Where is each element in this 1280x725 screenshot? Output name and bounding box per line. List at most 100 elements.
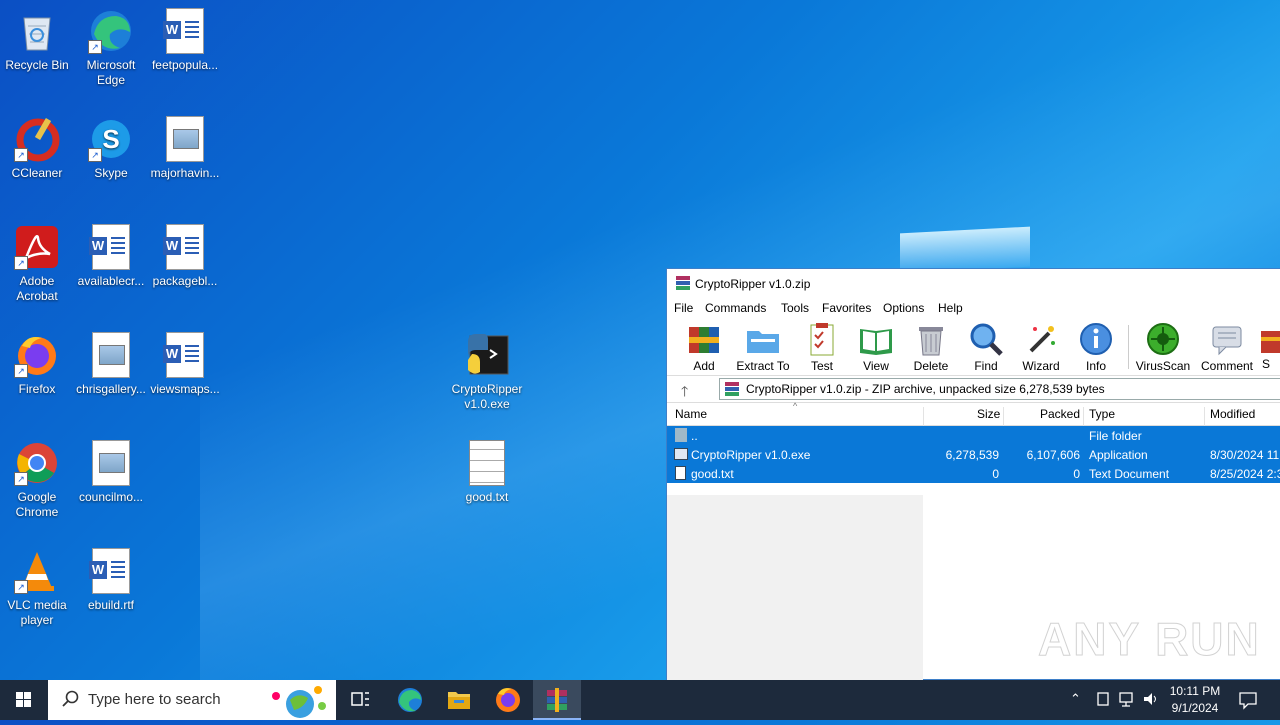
test-button[interactable]: Test: [792, 321, 852, 373]
shortcut-arrow-icon: ↗: [14, 472, 28, 486]
icon-label: Adobe Acrobat: [16, 274, 58, 303]
image-file-icon: [88, 332, 134, 378]
info-button[interactable]: Info: [1066, 321, 1126, 373]
menu-options[interactable]: Options: [883, 301, 924, 315]
icon-label: viewsmaps...: [150, 382, 220, 396]
icon-label: chrisgallery...: [76, 382, 146, 396]
virusscan-button[interactable]: VirusScan: [1133, 321, 1193, 373]
notifications-icon[interactable]: [1238, 690, 1258, 715]
word-document-icon: W: [162, 224, 208, 270]
search-placeholder: Type here to search: [88, 691, 221, 708]
chrome-icon: ↗: [14, 440, 60, 486]
info-icon: [1078, 321, 1114, 357]
desktop-icon-councilmo[interactable]: councilmo...: [74, 440, 148, 505]
desktop-icon-ccleaner[interactable]: ↗ CCleaner: [0, 116, 74, 181]
desktop-icon-viewsmaps[interactable]: W viewsmaps...: [148, 332, 222, 397]
ethernet-icon[interactable]: [1118, 690, 1136, 713]
tool-label: Wizard: [1022, 359, 1060, 373]
icon-label: Firefox: [18, 382, 56, 396]
application-icon: [674, 448, 688, 460]
desktop-icon-ebuild[interactable]: W ebuild.rtf: [74, 548, 148, 613]
adobe-acrobat-icon: ↗: [14, 224, 60, 270]
window-titlebar[interactable]: CryptoRipper v1.0.zip: [667, 269, 1280, 297]
menu-file[interactable]: File: [674, 301, 693, 315]
window-title: CryptoRipper v1.0.zip: [695, 277, 811, 291]
icon-label: Microsoft Edge: [86, 58, 136, 87]
taskbar-winrar[interactable]: [533, 680, 581, 720]
desktop-icon-chrisgallery[interactable]: chrisgallery...: [74, 332, 148, 397]
column-type[interactable]: Type: [1089, 407, 1115, 421]
chevron-up-icon[interactable]: ⌃: [1070, 691, 1081, 707]
find-button[interactable]: Find: [956, 321, 1016, 373]
desktop-icon-majorhavin[interactable]: majorhavin...: [148, 116, 222, 181]
archive-path-field[interactable]: CryptoRipper v1.0.zip - ZIP archive, unp…: [719, 378, 1280, 400]
taskbar-edge[interactable]: [386, 680, 434, 720]
taskbar-firefox[interactable]: [484, 680, 532, 720]
icon-label: good.txt: [465, 490, 509, 504]
list-item[interactable]: .. File folder: [667, 426, 1280, 445]
desktop-icon-google-chrome[interactable]: ↗ Google Chrome: [0, 440, 74, 520]
icon-label: councilmo...: [78, 490, 144, 504]
taskbar-file-explorer[interactable]: [435, 680, 483, 720]
clock[interactable]: 10:11 PM 9/1/2024: [1166, 683, 1224, 717]
desktop-icon-recycle-bin[interactable]: Recycle Bin: [0, 8, 74, 73]
column-modified[interactable]: Modified: [1210, 407, 1255, 421]
taskbar: Type here to search ⌃ 10:11 PM 9/1/2024: [0, 680, 1280, 720]
icon-label: Recycle Bin: [5, 58, 69, 72]
task-view-button[interactable]: [336, 680, 384, 720]
shortcut-arrow-icon: ↗: [14, 364, 28, 378]
text-file-icon: [464, 440, 510, 486]
menu-bar: File Commands Tools Favorites Options He…: [667, 297, 1280, 319]
file-size: 6,278,539: [945, 448, 999, 462]
toolbar: Add Extract To Test View Delete Find Wiz…: [667, 319, 1280, 376]
comment-button[interactable]: Comment: [1197, 321, 1257, 373]
icon-label: packagebl...: [152, 274, 218, 288]
add-button[interactable]: Add: [674, 321, 734, 373]
icon-label: Google Chrome: [15, 490, 59, 519]
list-item[interactable]: CryptoRipper v1.0.exe 6,278,539 6,107,60…: [667, 445, 1280, 464]
sfx-button[interactable]: S: [1251, 321, 1280, 371]
toolbar-separator: [1128, 325, 1129, 369]
tool-label: View: [863, 359, 889, 373]
desktop-icon-packagebl[interactable]: W packagebl...: [148, 224, 222, 289]
desktop-icon-availablecr[interactable]: W availablecr...: [74, 224, 148, 289]
desktop-icon-cryptoripper-exe[interactable]: CryptoRipper v1.0.exe: [450, 332, 524, 412]
taskbar-search-box[interactable]: Type here to search: [48, 680, 336, 720]
icon-label: CCleaner: [11, 166, 63, 180]
desktop-icon-vlc[interactable]: ↗ VLC media player: [0, 548, 74, 628]
delete-button[interactable]: Delete: [901, 321, 961, 373]
menu-commands[interactable]: Commands: [705, 301, 766, 315]
task-view-icon: [351, 692, 369, 706]
column-packed[interactable]: Packed: [1040, 407, 1080, 421]
column-name[interactable]: Name: [675, 407, 707, 421]
icon-label: VLC media player: [7, 598, 67, 627]
menu-tools[interactable]: Tools: [781, 301, 809, 315]
file-modified: 8/30/2024 11:: [1210, 448, 1280, 462]
menu-favorites[interactable]: Favorites: [822, 301, 871, 315]
up-arrow-icon[interactable]: 🡑: [681, 381, 688, 405]
tool-label: Comment: [1200, 359, 1253, 373]
network-icon[interactable]: [1096, 690, 1110, 713]
desktop-icon-skype[interactable]: S ↗ Skype: [74, 116, 148, 181]
view-button[interactable]: View: [846, 321, 906, 373]
column-size[interactable]: Size: [977, 407, 1000, 421]
desktop-icon-microsoft-edge[interactable]: ↗ Microsoft Edge: [74, 8, 148, 88]
wizard-button[interactable]: Wizard: [1011, 321, 1071, 373]
icon-label: availablecr...: [77, 274, 145, 288]
file-name: CryptoRipper v1.0.exe: [691, 448, 811, 462]
magnifier-icon: [968, 321, 1004, 357]
vlc-icon: ↗: [14, 548, 60, 594]
icon-label: CryptoRipper v1.0.exe: [451, 382, 523, 411]
winrar-icon: [547, 688, 567, 712]
desktop-icon-firefox[interactable]: ↗ Firefox: [0, 332, 74, 397]
desktop-icon-feetpopula[interactable]: W feetpopula...: [148, 8, 222, 73]
volume-icon[interactable]: [1142, 690, 1160, 713]
magic-wand-icon: [1023, 321, 1059, 357]
file-type: File folder: [1089, 429, 1142, 443]
list-item[interactable]: good.txt 0 0 Text Document 8/25/2024 2:3: [667, 464, 1280, 483]
start-button[interactable]: [0, 680, 48, 720]
menu-help[interactable]: Help: [938, 301, 963, 315]
desktop-icon-adobe-acrobat[interactable]: ↗ Adobe Acrobat: [0, 224, 74, 304]
extract-to-button[interactable]: Extract To: [733, 321, 793, 373]
desktop-icon-good-txt[interactable]: good.txt: [450, 440, 524, 505]
